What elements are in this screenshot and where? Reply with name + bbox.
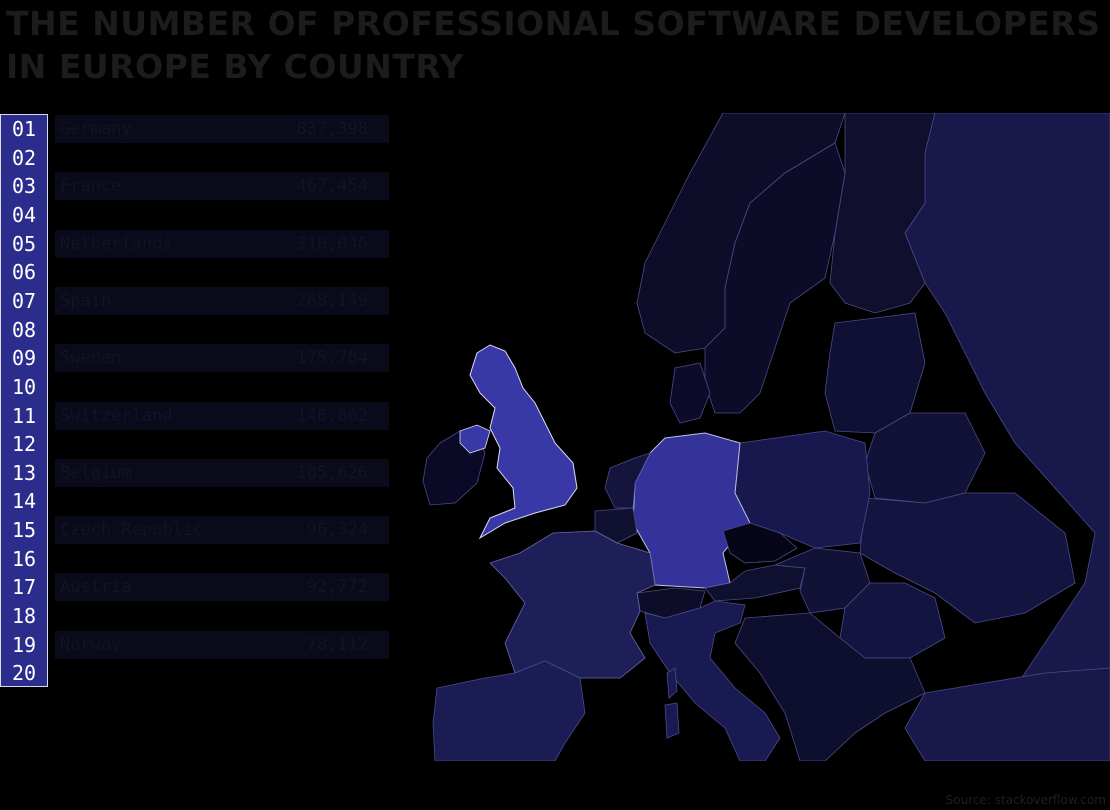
rank-number: 08 bbox=[11, 317, 37, 342]
country-name: France bbox=[60, 176, 122, 197]
rank-number: 05 bbox=[11, 231, 37, 256]
rank-number: 06 bbox=[11, 260, 37, 285]
developer-count: 105,626 bbox=[296, 462, 368, 483]
source-note: Source: stackoverflow.com bbox=[945, 793, 1106, 807]
developer-count: 78,112 bbox=[306, 634, 368, 655]
developer-count: 175,784 bbox=[296, 348, 368, 369]
country-name: Spain bbox=[60, 290, 112, 311]
country-name: Sweden bbox=[60, 348, 122, 369]
country-name: Austria bbox=[60, 577, 132, 598]
rank-number: 15 bbox=[11, 518, 37, 543]
rank-number: 14 bbox=[11, 489, 37, 514]
rank-number: 13 bbox=[11, 460, 37, 485]
country-name: Czech Republic bbox=[60, 520, 204, 541]
country-name: Belgium bbox=[60, 462, 132, 483]
developer-count: 837,398 bbox=[296, 119, 368, 139]
developer-count: 96,324 bbox=[306, 520, 368, 541]
developer-count: 467,454 bbox=[296, 176, 368, 197]
rank-number: 17 bbox=[11, 575, 37, 600]
island-sardinia bbox=[664, 702, 680, 739]
rank-number: 20 bbox=[11, 661, 37, 686]
developer-count: 268,149 bbox=[296, 290, 368, 311]
rank-number: 09 bbox=[11, 346, 37, 371]
country-name: Germany bbox=[60, 119, 132, 139]
rank-number: 01 bbox=[11, 117, 37, 141]
rank-number: 02 bbox=[11, 145, 37, 170]
developer-count: 146,862 bbox=[296, 405, 368, 426]
rank-number: 16 bbox=[11, 546, 37, 571]
rank-number: 03 bbox=[11, 174, 37, 199]
rank-number: 12 bbox=[11, 432, 37, 457]
rank-number: 10 bbox=[11, 374, 37, 399]
rank-number: 04 bbox=[11, 202, 37, 227]
europe-map bbox=[405, 113, 1110, 761]
country-name: Netherlands bbox=[60, 233, 173, 254]
rank-number: 19 bbox=[11, 632, 37, 657]
rank-number: 18 bbox=[11, 604, 37, 629]
developer-count: 310,046 bbox=[296, 233, 368, 254]
rank-number: 11 bbox=[11, 403, 37, 428]
country-name: Norway bbox=[60, 634, 122, 655]
rank-number: 07 bbox=[11, 288, 37, 313]
developer-count: 92,772 bbox=[306, 577, 368, 598]
page-title: THE NUMBER OF PROFESSIONAL SOFTWARE DEVE… bbox=[6, 4, 1101, 86]
country-name: Switzerland bbox=[60, 405, 173, 426]
